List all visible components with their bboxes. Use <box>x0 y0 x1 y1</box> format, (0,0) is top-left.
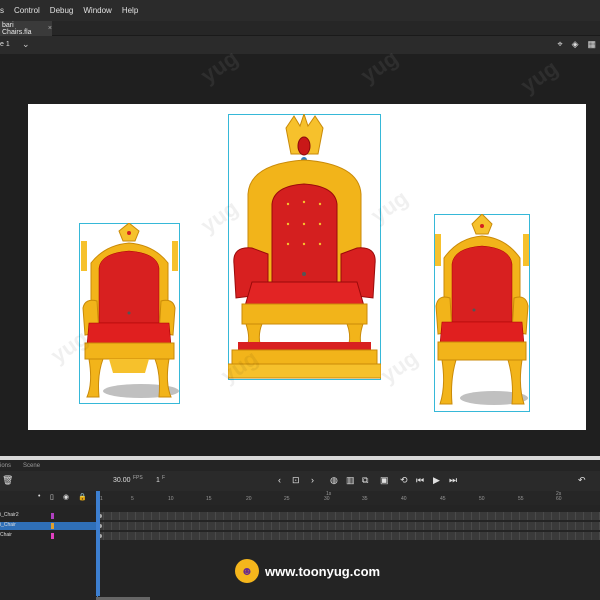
chevron-right-icon[interactable]: › <box>311 475 314 485</box>
layer-color-swatch[interactable] <box>51 533 54 539</box>
document-tab[interactable]: bari Chairs.fla × <box>0 21 52 36</box>
chevron-left-icon[interactable]: ‹ <box>278 475 281 485</box>
playhead-line <box>97 505 98 600</box>
play-icon[interactable]: ▶ <box>433 475 440 486</box>
onion-skin-icon[interactable]: ◍ <box>330 475 338 486</box>
eye-icon[interactable]: ◉ <box>63 493 69 501</box>
ruler-mark: 55 <box>518 496 524 502</box>
outline-icon[interactable]: ▯ <box>50 493 54 501</box>
layer-name: i_Chair2 <box>0 512 19 518</box>
stage-area: yug yug yug yug yug yug yug yug yug yug … <box>0 45 600 456</box>
ruler-mark: 20 <box>246 496 252 502</box>
timeline-tabs: ions Scene <box>0 460 600 471</box>
ruler-mark: 10 <box>168 496 174 502</box>
fps-value[interactable]: 30.00 <box>113 477 131 484</box>
menu-item-debug[interactable]: Debug <box>46 6 80 15</box>
ruler-mark: 30 <box>324 496 330 502</box>
ruler-mark: 60 <box>556 496 562 502</box>
frame-ruler[interactable]: 1s 2s 1 5 10 15 20 25 30 35 40 45 50 55 … <box>96 491 600 505</box>
crosshair-icon[interactable]: ⌖ <box>557 39 562 50</box>
tab-actions[interactable]: ions <box>0 463 11 469</box>
menu-item-help[interactable]: Help <box>118 6 144 15</box>
ruler-mark: 1 <box>100 496 103 502</box>
document-tab-label: bari Chairs.fla <box>2 21 32 36</box>
fps-label: FPS <box>133 475 143 481</box>
ruler-mark: 15 <box>206 496 212 502</box>
watermark: yug <box>516 55 563 99</box>
menu-item-control[interactable]: Control <box>10 6 46 15</box>
ruler-mark: 45 <box>440 496 446 502</box>
frame-value[interactable]: 1 <box>156 477 160 484</box>
layer-track[interactable] <box>96 532 600 540</box>
trash-icon[interactable]: 🗑 <box>2 475 13 486</box>
layer-track[interactable] <box>96 512 600 520</box>
menu-bar: s Control Debug Window Help <box>0 0 600 21</box>
frame-label: F <box>162 475 166 481</box>
site-url: www.toonyug.com <box>265 563 381 579</box>
document-tab-bar: bari Chairs.fla × <box>0 21 600 36</box>
step-forward-icon[interactable]: ⏭ <box>449 475 457 486</box>
left-chair[interactable] <box>79 223 180 404</box>
center-throne[interactable] <box>228 114 381 380</box>
center-frame-icon[interactable]: ⊡ <box>292 475 300 486</box>
undo-icon[interactable]: ↶ <box>578 475 586 486</box>
layer-track[interactable] <box>96 522 600 530</box>
timeline-toolbar: 🗑 30.00 FPS 1 F ‹ ⊡ › ◍ ▥ ⧉ ▣ ⟲ ⏮ ▶ ⏭ ↶ <box>0 471 600 491</box>
layer-header: • ▯ ◉ 🔒 <box>0 491 96 505</box>
frames-icon[interactable]: ▥ <box>346 475 355 486</box>
layer-color-swatch[interactable] <box>51 523 54 529</box>
grid-icon[interactable]: ▦ <box>587 39 596 50</box>
layer-name: Chair <box>0 532 12 538</box>
ruler-mark: 5 <box>131 496 134 502</box>
edit-multiple-icon[interactable]: ⧉ <box>362 475 368 486</box>
layer-row[interactable]: i_Chair2 <box>0 512 96 520</box>
menu-item-0[interactable]: s <box>0 6 10 15</box>
layer-color-swatch[interactable] <box>51 513 54 519</box>
toonyug-logo-icon: ☻ <box>235 559 259 583</box>
highlight-dot-icon[interactable]: • <box>38 493 40 500</box>
tab-scene[interactable]: Scene <box>23 463 40 469</box>
scene-name[interactable]: e 1 <box>0 41 10 48</box>
menu-item-window[interactable]: Window <box>79 6 117 15</box>
site-badge: ☻ www.toonyug.com <box>235 559 380 583</box>
right-chair[interactable] <box>434 214 530 412</box>
loop-icon[interactable]: ⟲ <box>400 475 408 486</box>
ruler-mark: 40 <box>401 496 407 502</box>
layer-row[interactable]: i_Chair <box>0 522 96 530</box>
ruler-mark: 25 <box>284 496 290 502</box>
scene-bar: e 1 ⌄ ⌖ ◈ ▦ <box>0 36 600 54</box>
step-back-icon[interactable]: ⏮ <box>416 475 424 486</box>
insert-frame-icon[interactable]: ▣ <box>380 475 389 486</box>
lock-icon[interactable]: 🔒 <box>78 493 87 501</box>
layer-row[interactable]: Chair <box>0 532 96 540</box>
stage-canvas[interactable] <box>28 104 586 430</box>
close-icon[interactable]: × <box>48 25 52 32</box>
paint-bucket-icon[interactable]: ◈ <box>572 39 579 50</box>
ruler-mark: 35 <box>362 496 368 502</box>
layer-name: i_Chair <box>0 522 16 528</box>
ruler-mark: 50 <box>479 496 485 502</box>
chevron-down-icon[interactable]: ⌄ <box>22 39 30 50</box>
